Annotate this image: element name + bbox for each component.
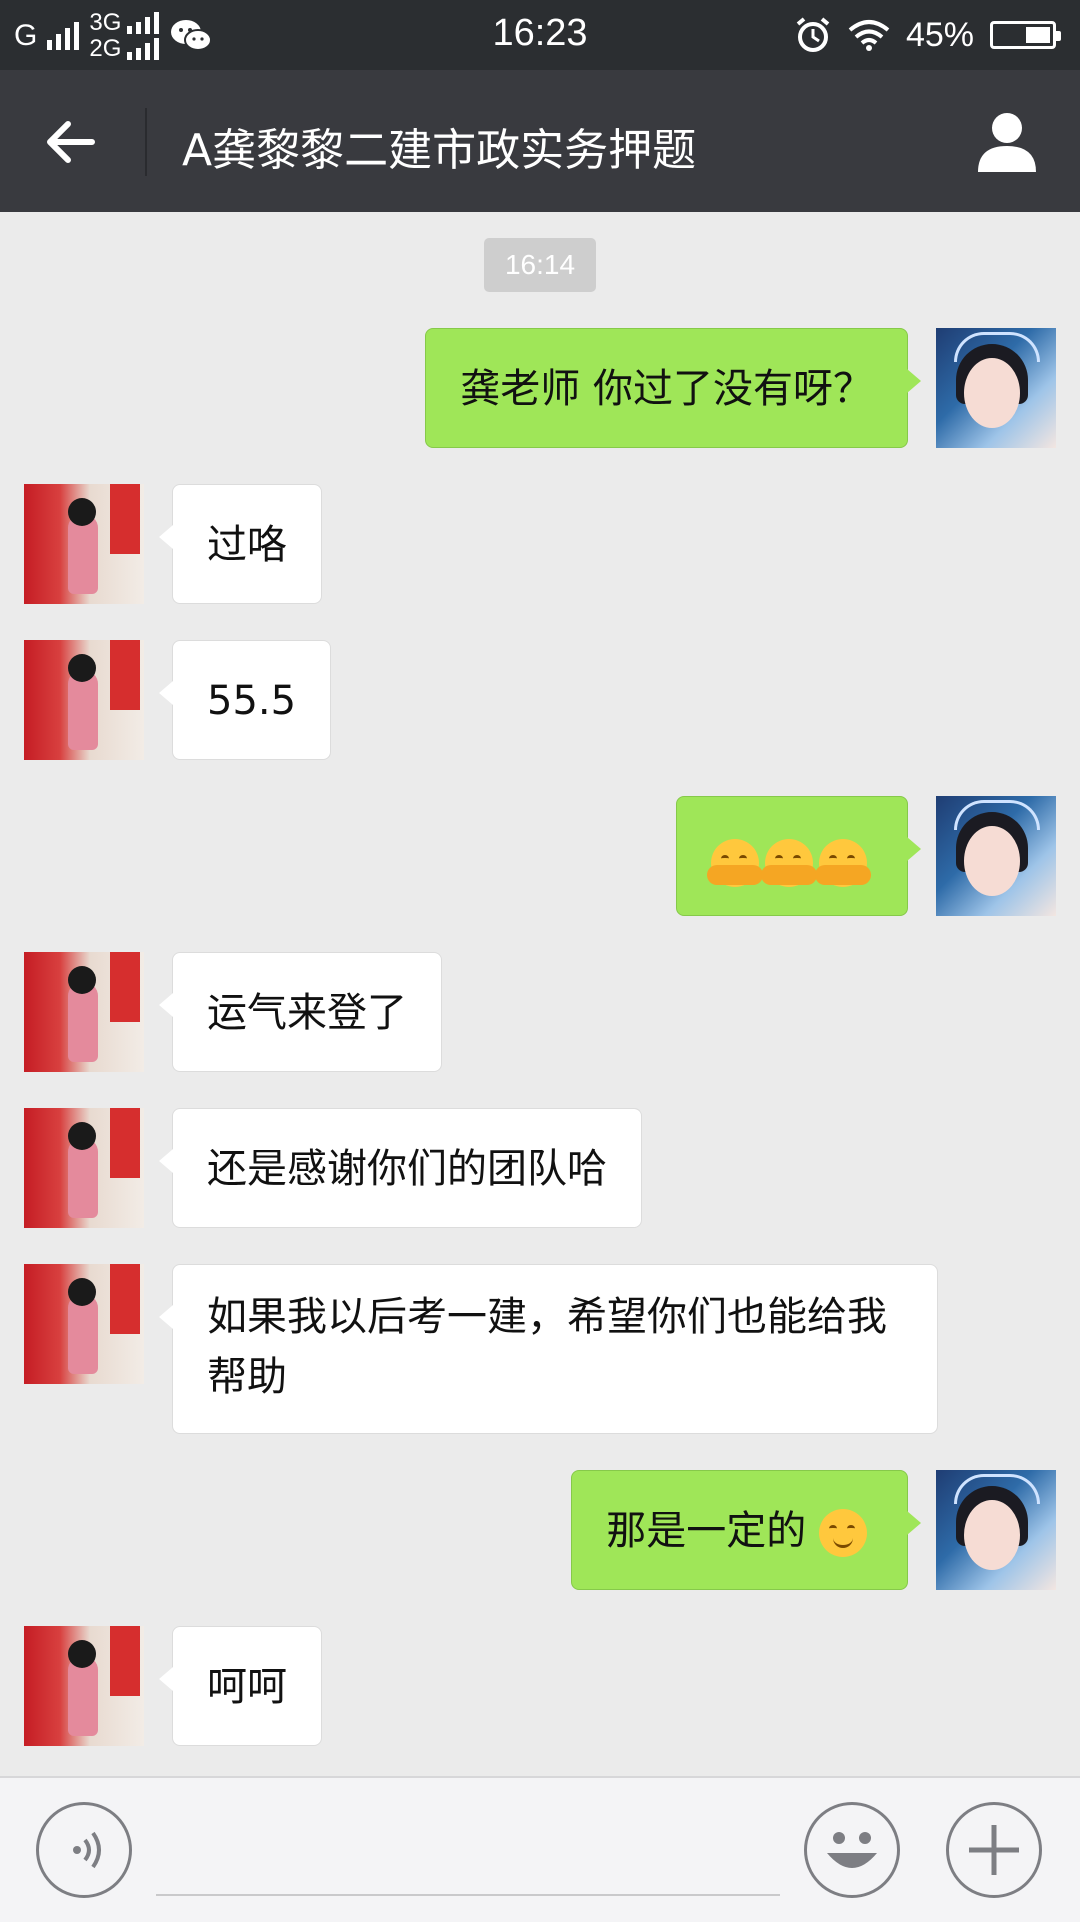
contact-avatar[interactable] bbox=[24, 1264, 144, 1384]
contact-avatar[interactable] bbox=[24, 1626, 144, 1746]
message-text: 如果我以后考一建，希望你们也能给我帮助 bbox=[207, 1294, 887, 1400]
message-bubble-in[interactable]: 还是感谢你们的团队哈 bbox=[159, 1108, 642, 1228]
contact-avatar[interactable] bbox=[24, 952, 144, 1072]
alarm-icon bbox=[796, 17, 830, 52]
message-bubble-out[interactable] bbox=[676, 796, 921, 916]
message-text: 运气来登了 bbox=[207, 990, 407, 1036]
hug-emoji bbox=[815, 839, 871, 887]
contact-avatar[interactable] bbox=[24, 1108, 144, 1228]
my-avatar[interactable] bbox=[936, 1470, 1056, 1590]
message-text: 呵呵 bbox=[207, 1664, 287, 1710]
emoji-button[interactable] bbox=[804, 1802, 900, 1898]
header-divider bbox=[145, 108, 147, 176]
input-bar bbox=[0, 1776, 1080, 1922]
more-button[interactable] bbox=[946, 1802, 1042, 1898]
battery-percent: 45% bbox=[905, 15, 974, 54]
message-text: 龚老师 你过了没有呀？ bbox=[460, 366, 873, 412]
message-bubble-in[interactable]: 过咯 bbox=[159, 484, 322, 604]
message-bubble-in[interactable]: 如果我以后考一建，希望你们也能给我帮助 bbox=[159, 1264, 938, 1434]
chat-header: A龚黎黎二建市政实务押题 bbox=[0, 70, 1080, 212]
wifi-icon bbox=[848, 20, 890, 51]
message-bubble-in[interactable]: 呵呵 bbox=[159, 1626, 322, 1746]
voice-button[interactable] bbox=[36, 1802, 132, 1898]
voice-icon bbox=[73, 1831, 101, 1869]
hug-emoji bbox=[707, 839, 763, 887]
battery-icon bbox=[990, 21, 1061, 49]
message-input[interactable] bbox=[156, 1894, 780, 1896]
status-right: 45% bbox=[794, 10, 1061, 60]
chat-timestamp: 16:14 bbox=[484, 238, 596, 292]
battery-fill bbox=[1026, 27, 1050, 43]
person-icon[interactable] bbox=[972, 106, 1042, 176]
chat-title: A龚黎黎二建市政实务押题 bbox=[182, 125, 697, 176]
message-bubble-out[interactable]: 那是一定的 bbox=[571, 1470, 921, 1590]
status-bar: G 3G 2G 16:23 45% bbox=[0, 0, 1080, 70]
my-avatar[interactable] bbox=[936, 796, 1056, 916]
message-text: 过咯 bbox=[207, 522, 287, 568]
message-text: 那是一定的 bbox=[606, 1508, 819, 1554]
message-bubble-out[interactable]: 龚老师 你过了没有呀？ bbox=[425, 328, 921, 448]
smile-emoji bbox=[819, 1509, 867, 1557]
message-text: 还是感谢你们的团队哈 bbox=[207, 1146, 607, 1192]
plus-icon bbox=[969, 1825, 1019, 1875]
message-bubble-in[interactable]: 运气来登了 bbox=[159, 952, 442, 1072]
contact-avatar[interactable] bbox=[24, 640, 144, 760]
hug-emoji bbox=[761, 839, 817, 887]
my-avatar[interactable] bbox=[936, 328, 1056, 448]
back-arrow-icon[interactable] bbox=[40, 110, 104, 174]
smiley-icon bbox=[827, 1832, 877, 1868]
message-bubble-in[interactable]: 55.5 bbox=[158, 640, 332, 760]
contact-avatar[interactable] bbox=[24, 484, 144, 604]
message-text: 55.5 bbox=[207, 678, 297, 724]
